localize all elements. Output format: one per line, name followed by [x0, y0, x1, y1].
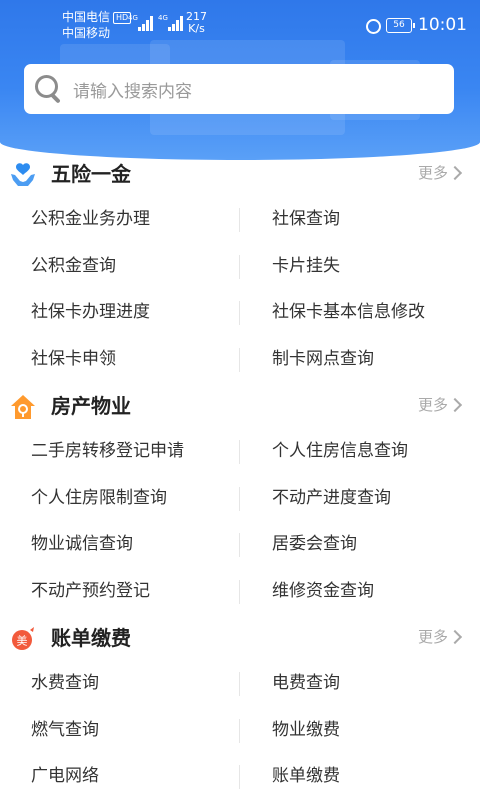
- grid-row: 社保卡办理进度 社保卡基本信息修改: [0, 289, 480, 336]
- grid-row: 二手房转移登记申请 个人住房信息查询: [0, 428, 480, 475]
- chevron-right-icon: [447, 165, 463, 181]
- service-item[interactable]: 不动产预约登记: [31, 579, 150, 603]
- service-item[interactable]: 物业诚信查询: [31, 532, 133, 556]
- carrier-2: 中国移动: [62, 26, 111, 40]
- grid-row: 个人住房限制查询 不动产进度查询: [0, 475, 480, 522]
- service-item[interactable]: 公积金查询: [31, 254, 116, 278]
- service-item[interactable]: 个人住房信息查询: [272, 439, 408, 463]
- house-key-icon: [11, 395, 35, 419]
- service-item[interactable]: 社保查询: [272, 207, 340, 231]
- alarm-icon: [366, 19, 381, 34]
- grid-row: 公积金查询 卡片挂失: [0, 243, 480, 290]
- carrier-1: 中国电信: [62, 10, 111, 24]
- grid-row: 社保卡申领 制卡网点查询: [0, 336, 480, 383]
- service-item[interactable]: 电费查询: [272, 671, 340, 695]
- service-item[interactable]: 二手房转移登记申请: [31, 439, 184, 463]
- service-item[interactable]: 社保卡办理进度: [31, 300, 150, 324]
- grid-row: 燃气查询 物业缴费: [0, 707, 480, 754]
- more-button[interactable]: 更多: [418, 394, 463, 416]
- battery-icon: 56: [386, 18, 415, 33]
- section-social-insurance: 五险一金 更多 公积金业务办理 社保查询 公积金查询 卡片挂失 社保卡办理进度 社保卡…: [0, 152, 480, 382]
- section-property: 房产物业 更多 二手房转移登记申请 个人住房信息查询 个人住房限制查询 不动产进度查…: [0, 384, 480, 614]
- service-item[interactable]: 卡片挂失: [272, 254, 340, 278]
- network-type-2: 4G: [158, 14, 168, 22]
- network-type-1: 4G: [128, 14, 138, 22]
- service-item[interactable]: 账单缴费: [272, 764, 340, 788]
- grid-row: 不动产预约登记 维修资金查询: [0, 568, 480, 615]
- grid-row: 物业诚信查询 居委会查询: [0, 521, 480, 568]
- section-bill-payment: 美 账单缴费 更多 水费查询 电费查询 燃气查询 物业缴费 广电网络 账单缴费: [0, 616, 480, 800]
- network-speed: 217 K/s: [186, 10, 207, 35]
- service-item[interactable]: 居委会查询: [272, 532, 357, 556]
- status-bar: 中国电信 HD 中国移动 4G 4G 217 K/s 56 10:01: [0, 0, 480, 52]
- grid-row: 水费查询 电费查询: [0, 660, 480, 707]
- signal-bars-icon: [138, 15, 154, 31]
- service-item[interactable]: 制卡网点查询: [272, 347, 374, 371]
- service-item[interactable]: 广电网络: [31, 764, 99, 788]
- search-input[interactable]: 请输入搜索内容: [73, 77, 192, 102]
- section-title: 房产物业: [51, 394, 131, 418]
- svg-text:美: 美: [17, 635, 28, 648]
- service-item[interactable]: 社保卡基本信息修改: [272, 300, 425, 324]
- service-item[interactable]: 物业缴费: [272, 718, 340, 742]
- chevron-right-icon: [447, 629, 463, 645]
- search-icon: [34, 74, 64, 104]
- grid-row: 广电网络 账单缴费: [0, 753, 480, 800]
- section-title: 账单缴费: [51, 626, 131, 650]
- service-item[interactable]: 不动产进度查询: [272, 486, 391, 510]
- service-item[interactable]: 社保卡申领: [31, 347, 116, 371]
- hands-heart-icon: [11, 163, 35, 186]
- service-item[interactable]: 个人住房限制查询: [31, 486, 167, 510]
- service-item[interactable]: 燃气查询: [31, 718, 99, 742]
- chevron-right-icon: [447, 397, 463, 413]
- status-time: 10:01: [418, 15, 467, 35]
- bill-icon: 美: [12, 627, 34, 650]
- signal-bars-icon: [168, 15, 184, 31]
- search-box[interactable]: 请输入搜索内容: [24, 64, 454, 114]
- service-item[interactable]: 水费查询: [31, 671, 99, 695]
- more-button[interactable]: 更多: [418, 626, 463, 648]
- more-button[interactable]: 更多: [418, 162, 463, 184]
- grid-row: 公积金业务办理 社保查询: [0, 196, 480, 243]
- section-title: 五险一金: [51, 162, 131, 186]
- service-item[interactable]: 公积金业务办理: [31, 207, 150, 231]
- service-item[interactable]: 维修资金查询: [272, 579, 374, 603]
